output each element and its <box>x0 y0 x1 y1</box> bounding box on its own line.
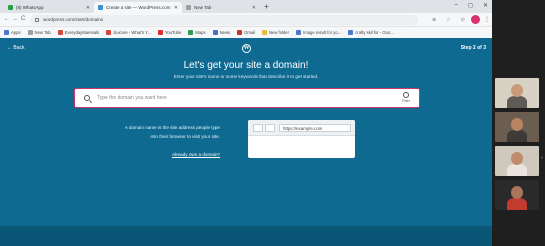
forward-arrow-icon[interactable]: → <box>12 16 18 22</box>
browser-toolbar: ← → C wordpress.com/start/domains ⊕ ☆ ⊙ … <box>0 13 492 27</box>
search-icon <box>84 95 90 101</box>
participant-video-tile[interactable] <box>495 112 539 142</box>
bookmark-label: Image result for yo... <box>303 30 342 35</box>
chevron-right-icon[interactable]: › <box>541 155 543 161</box>
bookmark-label: Apps <box>11 30 21 35</box>
bookmark-label: News <box>219 30 231 35</box>
bookmark-label: crafty skil for - Goo... <box>355 30 394 35</box>
window-controls: – ◻ ✕ <box>455 2 488 9</box>
bookmark-favicon-icon <box>348 30 354 35</box>
bookmark-item[interactable]: Jiuicore - What's Y... <box>106 30 151 35</box>
tab-new-tab[interactable]: New Tab ✕ <box>182 2 260 13</box>
bookmark-favicon-icon <box>106 30 112 35</box>
bookmark-favicon-icon <box>27 30 33 35</box>
back-arrow-icon[interactable]: ← <box>4 16 10 22</box>
minimize-icon[interactable]: – <box>455 2 458 9</box>
illustration-button <box>253 124 263 132</box>
illustration-url: https://example.com <box>279 124 351 132</box>
wp-header: ← Back W Step 2 of 3 <box>0 38 492 58</box>
domain-search-box[interactable]: Type the domain you want here Filter <box>74 88 420 108</box>
bookmark-item[interactable]: Gmail <box>237 30 255 35</box>
tab-whatsapp[interactable]: (8) WhatsApp ✕ <box>4 2 94 13</box>
menu-icon[interactable]: ⋮ <box>484 16 490 23</box>
participant-body <box>507 130 527 142</box>
participant-body <box>507 96 527 108</box>
chrome-icon <box>186 5 191 10</box>
bookmark-favicon-icon <box>237 30 243 35</box>
step-indicator: Step 2 of 3 <box>460 45 486 51</box>
bookmark-favicon-icon <box>57 30 63 35</box>
bookmark-item[interactable]: crafty skil for - Goo... <box>348 30 394 35</box>
back-link[interactable]: ← Back <box>7 45 25 51</box>
participant-head <box>511 152 523 165</box>
bookmark-label: EverydayMaresals <box>64 30 100 35</box>
browser-illustration: https://example.com <box>248 120 355 158</box>
participant-video-tile[interactable] <box>495 146 539 176</box>
gear-icon <box>403 92 409 98</box>
close-tab-icon[interactable]: ✕ <box>174 5 178 11</box>
participant-head <box>511 84 523 97</box>
domain-explanation: A domain name is the site address people… <box>124 125 220 139</box>
participant-body <box>507 198 527 210</box>
bookmark-label: Jiuicore - What's Y... <box>113 30 151 35</box>
address-text: wordpress.com/start/domains <box>43 17 103 22</box>
close-tab-icon[interactable]: ✕ <box>252 5 256 11</box>
domain-search-input[interactable]: Type the domain you want here <box>97 95 167 101</box>
bookmark-item[interactable]: New Tab <box>27 30 51 35</box>
bookmark-favicon-icon <box>4 30 9 35</box>
filter-label: Filter <box>402 99 410 103</box>
close-window-icon[interactable]: ✕ <box>483 2 488 9</box>
participant-body <box>507 164 527 176</box>
page-title: Let's get your site a domain! <box>183 60 309 71</box>
illustration-button <box>265 124 275 132</box>
page-subtitle: Enter your site's name or some keywords … <box>173 74 319 79</box>
profile-avatar[interactable] <box>471 15 480 24</box>
browser-window: (8) WhatsApp ✕ Create a site — WordPress… <box>0 0 492 246</box>
bookmark-item[interactable]: Maps <box>188 30 206 35</box>
wordpress-icon <box>98 5 103 10</box>
bookmark-item[interactable]: YouTube <box>157 30 182 35</box>
close-tab-icon[interactable]: ✕ <box>86 5 90 11</box>
bookmark-item[interactable]: Apps <box>4 30 21 35</box>
tab-label: Create a site — WordPress.com <box>106 5 171 10</box>
extensions-icon[interactable]: ⊙ <box>461 17 465 23</box>
already-own-domain-link[interactable]: Already own a domain? <box>120 152 220 157</box>
bookmark-item[interactable]: News <box>212 30 231 35</box>
bookmark-item[interactable]: Image result for yo... <box>296 30 341 35</box>
star-icon[interactable]: ☆ <box>446 17 450 23</box>
participant-head <box>511 118 523 131</box>
tab-label: New Tab <box>194 5 212 10</box>
maximize-icon[interactable]: ◻ <box>468 2 473 9</box>
filter-button[interactable]: Filter <box>399 91 413 103</box>
bookmark-item[interactable]: New folder <box>262 30 289 35</box>
bookmark-label: New Tab <box>34 30 51 35</box>
tab-wordpress[interactable]: Create a site — WordPress.com ✕ <box>94 2 182 13</box>
illustration-toolbar: https://example.com <box>248 120 355 136</box>
participant-video-tile[interactable] <box>495 180 539 210</box>
participant-head <box>511 186 523 199</box>
wordpress-logo-icon: W <box>242 44 251 53</box>
address-bar[interactable]: wordpress.com/start/domains <box>30 15 418 25</box>
page-footer-shade <box>0 226 492 246</box>
toolbar-icons: ⊕ ☆ ⊙ <box>432 17 465 23</box>
new-tab-button[interactable]: + <box>264 2 269 12</box>
bookmark-label: New folder <box>269 30 290 35</box>
tab-strip: (8) WhatsApp ✕ Create a site — WordPress… <box>0 0 492 13</box>
bookmark-favicon-icon <box>157 30 163 35</box>
bookmark-item[interactable]: EverydayMaresals <box>57 30 100 35</box>
tab-label: (8) WhatsApp <box>16 5 44 10</box>
bookmark-label: Maps <box>195 30 206 35</box>
bookmark-favicon-icon <box>262 30 268 35</box>
zoom-icon[interactable]: ⊕ <box>432 17 436 23</box>
bookmark-label: YouTube <box>164 30 182 35</box>
bookmark-favicon-icon <box>188 30 194 35</box>
bookmark-favicon-icon <box>212 30 218 35</box>
bookmarks-bar: Apps New Tab EverydayMaresals Jiuicore - Wh… <box>0 27 492 38</box>
participant-video-tile[interactable] <box>495 78 539 108</box>
bookmark-label: Gmail <box>244 30 256 35</box>
lock-icon <box>35 18 39 22</box>
bookmark-favicon-icon <box>296 30 302 35</box>
whatsapp-icon <box>8 5 13 10</box>
reload-icon[interactable]: C <box>21 16 25 22</box>
